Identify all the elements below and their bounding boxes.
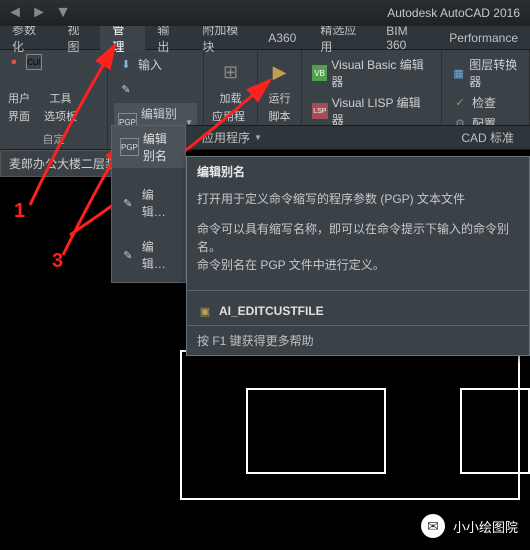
tab-featured[interactable]: 精选应用 xyxy=(308,26,374,50)
tooltip: 编辑别名 打开用于定义命令缩写的程序参数 (PGP) 文本文件 命令可以具有缩写… xyxy=(186,156,530,356)
annotation-3: 3 xyxy=(52,250,63,273)
tool-palettes-button[interactable]: 工具 选项板 xyxy=(42,88,79,126)
drawing-rect xyxy=(246,388,386,474)
menu-header: PGP 编辑别名 xyxy=(112,126,185,168)
tab-output[interactable]: 输出 xyxy=(145,26,190,50)
qat-item[interactable]: ► xyxy=(28,3,50,23)
titlebar: ◄ ► ▼ Autodesk AutoCAD 2016 xyxy=(0,0,530,26)
tab-parametric[interactable]: 参数化 xyxy=(0,26,55,50)
document-tab[interactable]: 麦郎办公大楼二层装 xyxy=(0,150,126,177)
check-button[interactable]: ✓ 检查 xyxy=(448,92,523,113)
vb-icon: VB xyxy=(312,65,327,81)
qat-item[interactable]: ◄ xyxy=(4,3,26,23)
record-icon[interactable]: ● xyxy=(6,54,22,70)
command-icon: ▣ xyxy=(197,303,213,319)
tab-performance[interactable]: Performance xyxy=(437,26,530,50)
annotation-1: 1 xyxy=(14,200,25,223)
tooltip-command: ▣ AI_EDITCUSTFILE xyxy=(187,297,529,325)
tab-manage[interactable]: 管理 xyxy=(100,26,145,50)
import-button[interactable]: ⬇ 输入 xyxy=(114,54,197,75)
script-icon: ▶ xyxy=(264,56,296,88)
cui-icon[interactable]: CUI xyxy=(26,54,42,70)
chevron-down-icon: ▼ xyxy=(254,133,262,142)
ribbon-tabs: 参数化 视图 管理 输出 附加模块 A360 精选应用 BIM 360 Perf… xyxy=(0,26,530,50)
panel-subtabs: 应用程序 ▼ CAD 标准 xyxy=(186,125,530,149)
vb-editor-button[interactable]: VB Visual Basic 编辑器 xyxy=(308,54,435,92)
drawing-rect xyxy=(460,388,530,474)
qat-dropdown[interactable]: ▼ xyxy=(52,3,74,23)
app-title: Autodesk AutoCAD 2016 xyxy=(387,6,520,20)
panel-customize: ● CUI 用户 界面 工具 选项板 自定 xyxy=(0,50,108,149)
wechat-icon: ✉ xyxy=(421,514,445,538)
tab-a360[interactable]: A360 xyxy=(256,26,308,50)
load-icon: ⊞ xyxy=(215,56,247,88)
tab-view[interactable]: 视图 xyxy=(55,26,100,50)
import-icon: ⬇ xyxy=(118,57,134,73)
edit-alias-dropdown: PGP 编辑别名 ✎ 编辑… ✎ 编辑… xyxy=(111,125,186,283)
check-icon: ✓ xyxy=(452,95,468,111)
edit-icon: ✎ xyxy=(120,247,136,263)
run-script-button[interactable]: ▶ 运行 脚本 xyxy=(264,54,295,126)
subtab-apps[interactable]: 应用程序 ▼ xyxy=(186,129,278,146)
menu-item-edit[interactable]: ✎ 编辑… xyxy=(112,182,185,224)
edit-button[interactable]: ✎ xyxy=(114,79,197,99)
user-interface-button[interactable]: 用户 界面 xyxy=(6,88,32,126)
layer-icon: ▦ xyxy=(452,65,465,81)
pgp-icon: PGP xyxy=(120,138,139,156)
quick-access-toolbar: ◄ ► ▼ xyxy=(0,3,74,23)
layer-translator-button[interactable]: ▦ 图层转换器 xyxy=(448,54,523,92)
lisp-icon: LSP xyxy=(312,103,328,119)
tab-addons[interactable]: 附加模块 xyxy=(190,26,256,50)
tooltip-title: 编辑别名 xyxy=(187,157,529,186)
edit-icon: ✎ xyxy=(118,81,134,97)
menu-item-edit[interactable]: ✎ 编辑… xyxy=(112,234,185,276)
panel-label: 自定 xyxy=(6,129,101,147)
tooltip-body: 打开用于定义命令缩写的程序参数 (PGP) 文本文件 命令可以具有缩写名称，即可… xyxy=(187,186,529,284)
edit-icon: ✎ xyxy=(120,195,136,211)
tab-bim360[interactable]: BIM 360 xyxy=(374,26,437,50)
subtab-cad-std[interactable]: CAD 标准 xyxy=(445,129,530,146)
watermark: ✉ 小小绘图院 xyxy=(421,514,518,538)
tooltip-help: 按 F1 键获得更多帮助 xyxy=(187,325,529,355)
